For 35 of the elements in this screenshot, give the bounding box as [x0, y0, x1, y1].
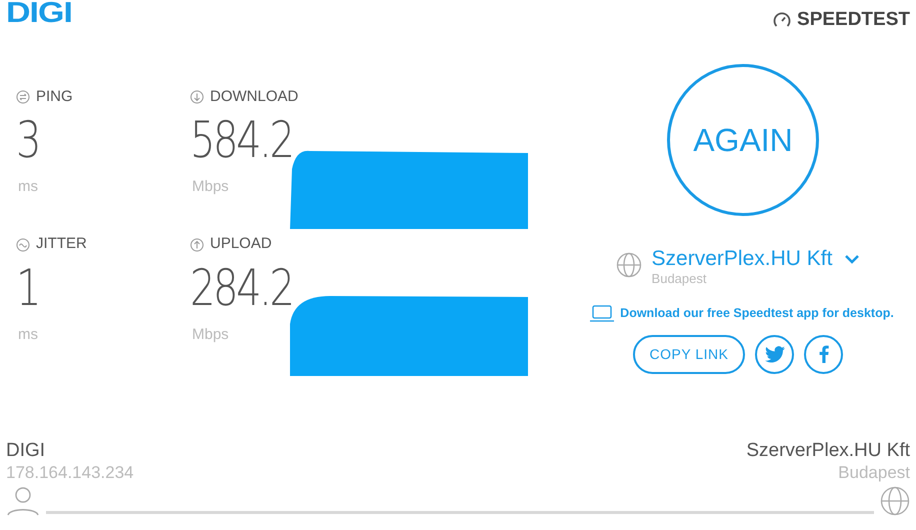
bird-icon: [764, 346, 785, 363]
globe-icon: [880, 486, 910, 516]
exchange-icon: [16, 90, 30, 104]
metric-value: 584.2: [190, 112, 293, 168]
metric-label: JITTER: [36, 234, 87, 254]
metric-unit: Mbps: [192, 324, 230, 344]
metric-value: 3: [16, 112, 40, 168]
laptop-icon: [590, 304, 614, 322]
person-icon: [6, 486, 40, 516]
metric-value: 1: [16, 260, 40, 316]
footer-server-name: SzerverPlex.HU Kft: [746, 440, 910, 462]
desktop-app-link[interactable]: Download our free Speedtest app for desktop.: [620, 304, 894, 323]
brand-name: SPEEDTEST: [797, 8, 910, 32]
metric-label: DOWNLOAD: [210, 86, 298, 107]
server-name: SzerverPlex.HU Kft: [652, 246, 832, 272]
digi-logo: DIGI: [6, 0, 72, 27]
facebook-f-icon: [818, 345, 829, 364]
twitter-button[interactable]: [755, 334, 794, 374]
wave-icon: [16, 238, 30, 252]
ip-address: 178.164.143.234: [6, 462, 134, 484]
isp-name: DIGI: [6, 440, 46, 462]
again-button[interactable]: AGAIN: [667, 64, 819, 216]
metric-label: UPLOAD: [210, 234, 272, 254]
footer-server-city: Budapest: [838, 462, 910, 484]
metric-label: PING: [36, 86, 73, 107]
metric-unit: ms: [18, 324, 39, 344]
chevron-down-icon[interactable]: [844, 254, 860, 264]
gauge-icon: [773, 11, 792, 30]
server-city: Budapest: [652, 272, 708, 286]
globe-icon: [616, 252, 642, 278]
metric-value: 284.2: [190, 260, 293, 316]
metric-unit: Mbps: [192, 177, 230, 197]
metric-unit: ms: [18, 177, 39, 197]
facebook-button[interactable]: [804, 334, 844, 374]
copy-link-button[interactable]: COPY LINK: [632, 334, 746, 374]
